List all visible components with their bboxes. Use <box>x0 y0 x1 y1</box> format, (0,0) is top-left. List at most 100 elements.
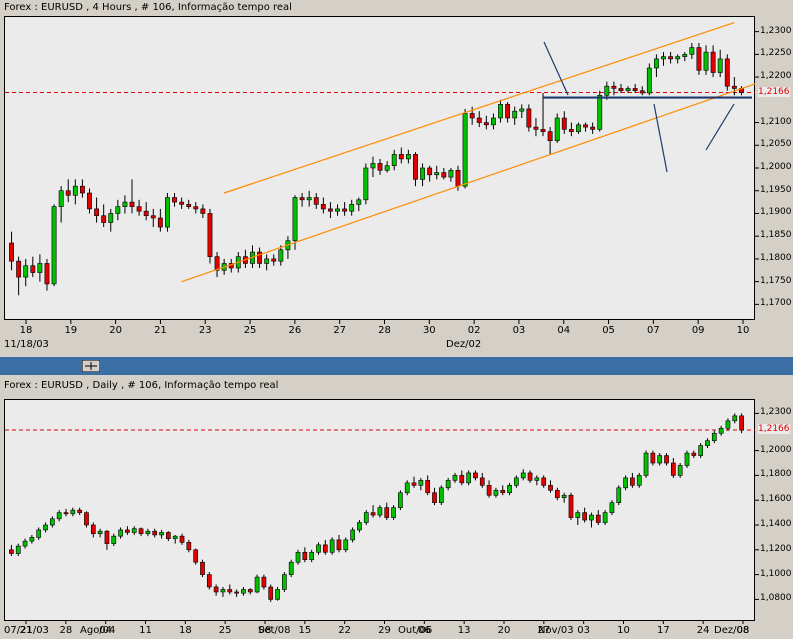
bot-candle-body <box>43 524 48 531</box>
bot-candle-body <box>425 480 431 494</box>
top-candle-body <box>668 56 674 60</box>
bot-candle-body <box>152 530 158 536</box>
bot-candle-body <box>398 492 403 508</box>
bot-candle-body <box>159 532 164 536</box>
bot-candle-body <box>616 487 622 503</box>
bot-candle-body <box>309 551 315 561</box>
bot-candle-body <box>725 420 731 429</box>
bot-candle-body <box>541 477 547 486</box>
top-candle-body <box>583 124 588 128</box>
top-candle-body <box>405 154 411 160</box>
bot-candle-body <box>63 512 69 515</box>
charts-svg <box>5 21 759 624</box>
bot-candle-body <box>200 561 205 575</box>
top-candle-body <box>193 206 199 210</box>
bot-candle-body <box>9 549 14 554</box>
top-candle-body <box>16 260 22 278</box>
top-candle-body <box>313 197 319 205</box>
top-candle-body <box>349 204 355 212</box>
top-candle-body <box>547 131 553 142</box>
top-candle-body <box>150 215 156 219</box>
top-candle-body <box>703 51 709 71</box>
bot-candle-body <box>90 524 96 534</box>
top-candle-body <box>306 197 312 201</box>
top-candle-body <box>384 165 390 171</box>
top-candle-body <box>731 85 737 89</box>
bot-candle-body <box>643 452 649 476</box>
bot-candle-body <box>70 509 76 515</box>
top-candle-body <box>625 88 631 92</box>
bot-candle-body <box>363 512 369 523</box>
bot-candle-body <box>111 535 117 544</box>
bot-candle-body <box>711 432 717 441</box>
bot-candle-body <box>732 415 738 422</box>
top-candle-body <box>207 213 213 257</box>
top-candle-body <box>377 163 383 171</box>
bot-candle-body <box>125 529 130 533</box>
top-candle-body <box>87 192 92 210</box>
top-candle-body <box>214 256 220 271</box>
bot-candle-body <box>22 540 28 547</box>
top-candle-body <box>58 190 64 207</box>
top-candle-body <box>682 54 688 57</box>
top-candle-body <box>136 206 142 212</box>
top-candle-body <box>675 56 681 60</box>
annotation-pointer-line <box>543 41 569 96</box>
bot-candle-body <box>384 507 390 518</box>
top-candle-body <box>271 258 277 262</box>
annotation-pointer-line <box>705 103 735 151</box>
top-candle-body <box>320 204 326 210</box>
top-candle-body <box>462 113 468 187</box>
top-candle-body <box>23 265 29 278</box>
top-candle-body <box>264 258 270 264</box>
bot-candle-body <box>322 544 328 553</box>
top-candle-body <box>710 51 716 73</box>
top-candle-body <box>646 67 652 94</box>
bot-candle-body <box>595 514 601 523</box>
top-candle-body <box>370 163 376 169</box>
bot-candle-body <box>350 529 355 541</box>
bot-candle-body <box>329 539 335 553</box>
bot-candle-body <box>254 576 260 593</box>
top-candle-body <box>689 47 695 55</box>
top-candle-body <box>356 199 362 205</box>
top-candle-body <box>157 217 163 228</box>
top-candle-body <box>611 85 617 89</box>
bot-candle-body <box>377 507 383 516</box>
bot-candle-body <box>36 529 42 538</box>
bot-candle-body <box>466 472 471 484</box>
bot-candle-body <box>282 574 287 590</box>
bot-candle-body <box>684 452 690 466</box>
top-candle-body <box>413 154 418 180</box>
bot-candle-body <box>288 561 294 575</box>
top-candle-body <box>299 197 305 201</box>
bot-candle-body <box>15 545 21 554</box>
top-candle-body <box>540 129 546 132</box>
top-candle-body <box>469 113 475 119</box>
bot-candle-body <box>514 477 519 486</box>
top-candle-body <box>526 108 532 128</box>
bot-candle-body <box>664 455 669 464</box>
bot-candle-body <box>630 477 635 486</box>
top-candle-body <box>94 208 100 217</box>
bot-candle-body <box>220 589 226 593</box>
top-candle-body <box>568 129 574 132</box>
top-candle-body <box>590 126 596 130</box>
bot-candle-body <box>500 489 506 494</box>
bot-candle-body <box>213 586 219 593</box>
top-candle-body <box>597 94 603 130</box>
bot-candle-body <box>404 482 410 494</box>
top-candle-body <box>278 249 284 262</box>
top-candle-body <box>101 215 107 223</box>
bot-candle-body <box>302 551 308 561</box>
bot-candle-body <box>166 532 171 539</box>
bot-candle-body <box>589 514 594 521</box>
bot-candle-body <box>438 487 444 503</box>
bot-candle-body <box>357 522 362 531</box>
bot-candle-body <box>186 542 192 551</box>
bot-candle-body <box>534 477 540 481</box>
bot-candle-body <box>247 589 253 593</box>
bot-candle-body <box>520 472 526 479</box>
bot-candle-body <box>486 485 492 496</box>
top-candle-body <box>512 110 518 119</box>
